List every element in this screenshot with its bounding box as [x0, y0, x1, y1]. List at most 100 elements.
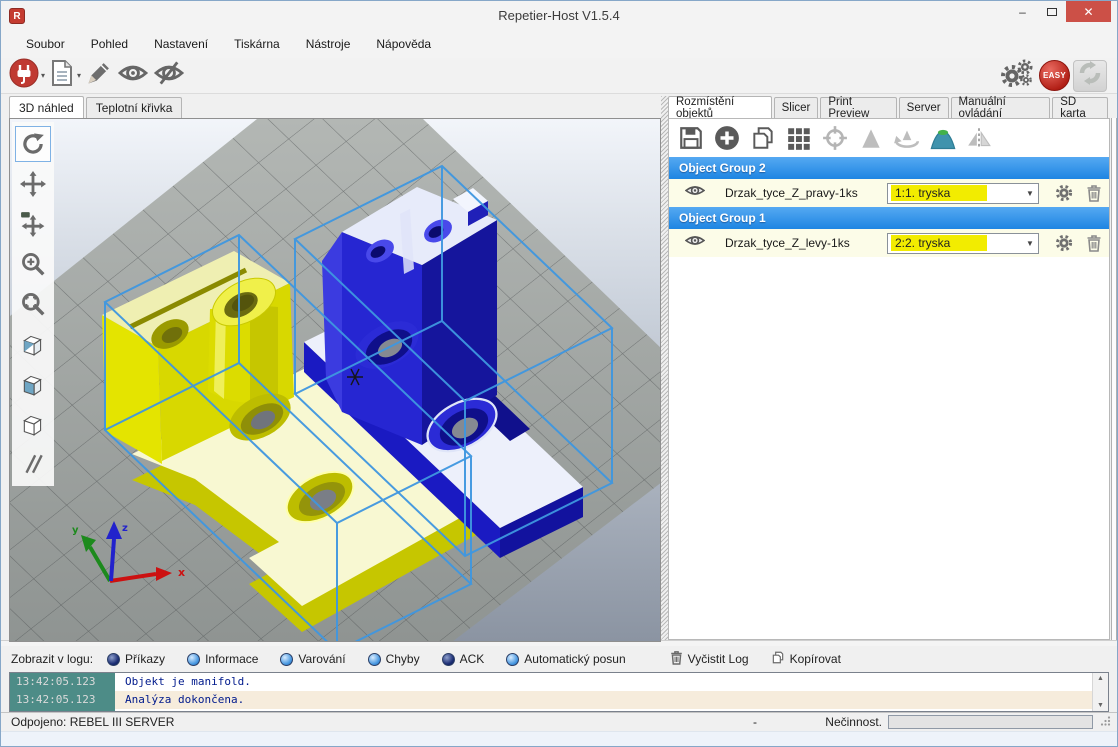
delete-object-trash-icon[interactable]	[1079, 184, 1109, 202]
top-view-button[interactable]	[15, 406, 51, 442]
drop-object-button[interactable]	[927, 122, 959, 154]
clear-log-button[interactable]: Vyčistit Log	[670, 650, 749, 668]
connect-button[interactable]: ▾	[9, 58, 45, 93]
right-tabs: Rozmístění objektů Slicer Print Preview …	[668, 96, 1110, 118]
tab-print-preview[interactable]: Print Preview	[820, 97, 896, 118]
object-group-header[interactable]: Object Group 1	[669, 207, 1109, 229]
svg-text:x: x	[178, 566, 185, 579]
load-button[interactable]: ▾	[49, 59, 81, 92]
edit-button[interactable]	[85, 59, 113, 92]
radio-icon[interactable]	[280, 653, 293, 666]
show-filament-button[interactable]	[117, 60, 149, 91]
filter-label: Příkazy	[125, 652, 165, 666]
visibility-eye-icon[interactable]	[685, 183, 705, 203]
autoposition-button[interactable]	[783, 122, 815, 154]
visibility-eye-icon[interactable]	[685, 233, 705, 253]
log-time: 13:42:05.123	[16, 673, 115, 691]
radio-icon[interactable]	[107, 653, 120, 666]
filter-prikazy[interactable]: Příkazy	[107, 652, 165, 666]
menu-soubor[interactable]: Soubor	[13, 31, 78, 58]
filter-automaticky-posun[interactable]: Automatický posun	[506, 652, 625, 666]
extruder-value: 1:1. tryska	[891, 185, 987, 201]
tab-teplotni-krivka[interactable]: Teplotní křivka	[86, 97, 183, 118]
filter-label: Automatický posun	[524, 652, 625, 666]
object-settings-gear-icon[interactable]	[1049, 184, 1079, 202]
extruder-value: 2:2. tryska	[891, 235, 987, 251]
copy-log-button[interactable]: Kopírovat	[771, 650, 841, 668]
app-window: R Repetier-Host V1.5.4 – ✕ Soubor Pohled…	[0, 0, 1118, 747]
tab-3d-nahled[interactable]: 3D náhled	[9, 96, 84, 118]
tab-rozmisteni-objektu[interactable]: Rozmístění objektů	[668, 96, 772, 118]
menu-nastroje[interactable]: Nástroje	[293, 31, 364, 58]
panel-edge-splitter[interactable]	[1111, 118, 1117, 640]
mirror-object-button[interactable]	[963, 122, 995, 154]
perspective-toggle-button[interactable]	[15, 446, 51, 482]
zoom-fit-button[interactable]	[15, 286, 51, 322]
filter-informace[interactable]: Informace	[187, 652, 258, 666]
window-bottom-frame	[1, 731, 1117, 746]
tab-server[interactable]: Server	[899, 97, 949, 118]
tab-slicer[interactable]: Slicer	[774, 97, 819, 118]
viewport-3d[interactable]: x y z	[9, 118, 661, 642]
maximize-button[interactable]	[1037, 1, 1066, 22]
object-list-empty-area	[669, 257, 1109, 639]
filter-varovani[interactable]: Varování	[280, 652, 345, 666]
activity-status: Nečinnost.	[825, 715, 882, 729]
scene-3d[interactable]: x y z	[10, 119, 660, 641]
extruder-select[interactable]: 1:1. tryska ▼	[887, 183, 1039, 204]
add-object-button[interactable]	[711, 122, 743, 154]
center-object-button[interactable]	[819, 122, 851, 154]
pencil-icon	[85, 59, 113, 92]
minimize-button[interactable]: –	[1008, 1, 1037, 22]
log-scrollbar[interactable]: ▲ ▼	[1092, 673, 1108, 711]
settings-gears-icon[interactable]	[998, 55, 1036, 96]
object-row[interactable]: Drzak_tyce_Z_pravy-1ks 1:1. tryska ▼	[669, 179, 1109, 207]
radio-icon[interactable]	[506, 653, 519, 666]
easy-mode-button[interactable]: EASY	[1039, 60, 1070, 91]
isometric-view-button[interactable]	[15, 326, 51, 362]
log-output[interactable]: 13:42:05.123 13:42:05.123 Objekt je mani…	[9, 672, 1109, 712]
move-view-button[interactable]	[15, 166, 51, 202]
menu-napoveda[interactable]: Nápověda	[363, 31, 444, 58]
front-view-button[interactable]	[15, 366, 51, 402]
scroll-down-icon[interactable]: ▼	[1097, 702, 1104, 709]
zoom-in-button[interactable]	[15, 246, 51, 282]
object-settings-gear-icon[interactable]	[1049, 234, 1079, 252]
scale-object-button[interactable]	[855, 122, 887, 154]
menu-pohled[interactable]: Pohled	[78, 31, 141, 58]
toolbar-right-group: EASY	[998, 55, 1107, 96]
load-dropdown-arrow[interactable]: ▾	[77, 71, 81, 80]
vertical-splitter[interactable]	[661, 96, 668, 640]
object-group-header[interactable]: Object Group 2	[669, 157, 1109, 179]
tab-sd-karta[interactable]: SD karta	[1052, 97, 1108, 118]
scroll-up-icon[interactable]: ▲	[1097, 675, 1104, 682]
object-row[interactable]: Drzak_tyce_Z_levy-1ks 2:2. tryska ▼	[669, 229, 1109, 257]
delete-object-trash-icon[interactable]	[1079, 234, 1109, 252]
tab-manualni-ovladani[interactable]: Manuální ovládání	[951, 97, 1051, 118]
connect-dropdown-arrow[interactable]: ▾	[41, 71, 45, 80]
save-button[interactable]	[675, 122, 707, 154]
extruder-select[interactable]: 2:2. tryska ▼	[887, 233, 1039, 254]
connection-status: Odpojeno: REBEL III SERVER	[11, 715, 174, 729]
copy-object-button[interactable]	[747, 122, 779, 154]
trash-icon	[670, 650, 683, 668]
emergency-stop-button[interactable]	[1073, 60, 1107, 92]
menu-tiskarna[interactable]: Tiskárna	[221, 31, 293, 58]
filter-chyby[interactable]: Chyby	[368, 652, 420, 666]
close-button[interactable]: ✕	[1066, 1, 1111, 22]
move-object-button[interactable]	[15, 206, 51, 242]
menu-nastaveni[interactable]: Nastavení	[141, 31, 221, 58]
radio-icon[interactable]	[442, 653, 455, 666]
rotate-object-button[interactable]	[891, 122, 923, 154]
radio-icon[interactable]	[368, 653, 381, 666]
chevron-down-icon: ▼	[1022, 239, 1038, 248]
filter-ack[interactable]: ACK	[442, 652, 485, 666]
filter-label: Informace	[205, 652, 258, 666]
status-bar: Odpojeno: REBEL III SERVER - Nečinnost.	[1, 712, 1117, 731]
resize-grip[interactable]	[1099, 715, 1111, 730]
rotate-view-button[interactable]	[15, 126, 51, 162]
hide-travel-button[interactable]	[153, 60, 185, 91]
filter-label: ACK	[460, 652, 485, 666]
copy-log-label: Kopírovat	[790, 652, 841, 666]
radio-icon[interactable]	[187, 653, 200, 666]
